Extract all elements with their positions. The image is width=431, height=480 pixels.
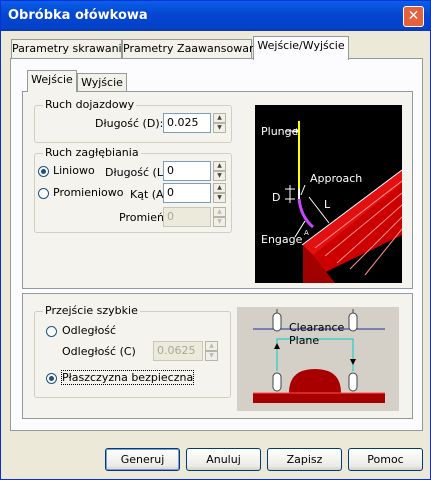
odleglosc-radio[interactable] [46, 326, 57, 337]
a-label: A [304, 229, 309, 237]
generuj-button[interactable]: Generuj [105, 448, 180, 471]
clearance-diagram: Clearance Plane [237, 307, 399, 411]
part-base [253, 393, 385, 403]
dojazd-dlugosc-spinner[interactable]: ▲ ▼ [213, 113, 226, 133]
promien-spinner[interactable]: ▲ ▼ [213, 207, 226, 227]
dojazd-dlugosc-label: Długość (D): [95, 117, 164, 130]
spin-up-icon[interactable]: ▲ [213, 207, 226, 217]
approach-diagram: Plunge Approach D L A Engage [255, 105, 402, 283]
anuluj-button[interactable]: Anuluj [186, 448, 261, 471]
promieniowo-label[interactable]: Promieniowo [53, 186, 123, 199]
l-label: L [324, 198, 331, 211]
plaszczyzna-radio[interactable] [46, 373, 57, 384]
spin-up-icon[interactable]: ▲ [205, 341, 218, 351]
ruch-zaglebiania-legend: Ruch zagłębiania [43, 146, 141, 159]
pomoc-button[interactable]: Pomoc [348, 448, 423, 471]
zaglebianie-dlugosc-input[interactable]: 0 [163, 161, 211, 181]
spin-up-icon[interactable]: ▲ [213, 161, 226, 171]
ruch-dojazdowy-legend: Ruch dojazdowy [43, 98, 137, 111]
promien-input[interactable]: 0 [163, 207, 211, 227]
tool-bottom-right-icon [348, 372, 358, 392]
promieniowo-radio[interactable] [38, 188, 49, 199]
plunge-label: Plunge [261, 125, 299, 138]
spin-down-icon[interactable]: ▼ [213, 123, 226, 133]
spin-up-icon[interactable]: ▲ [213, 113, 226, 123]
close-button[interactable]: ✕ [403, 6, 424, 27]
dojazd-dlugosc-input[interactable]: 0.025 [163, 113, 211, 133]
liniowo-label[interactable]: Liniowo [53, 164, 95, 177]
zaglebianie-dlugosc-label: Długość (L) [105, 166, 168, 179]
title-bar[interactable]: Obróbka ołówkowa ✕ [1, 1, 430, 31]
tab-wejscie-wyjscie[interactable]: Wejście/Wyjście [253, 36, 349, 60]
spin-down-icon[interactable]: ▼ [205, 351, 218, 361]
kat-input[interactable]: 0 [163, 183, 211, 203]
odleglosc-radio-label[interactable]: Odległość [62, 324, 116, 337]
odleglosc-c-spinner[interactable]: ▲ ▼ [205, 341, 218, 361]
spin-down-icon[interactable]: ▼ [213, 171, 226, 181]
odleglosc-c-label: Odległość (C) [62, 345, 136, 358]
przejscie-szybkie-legend: Przejście szybkie [43, 304, 140, 317]
plane-label: Plane [289, 334, 319, 347]
spin-up-icon[interactable]: ▲ [213, 183, 226, 193]
window-title: Obróbka ołówkowa [8, 8, 148, 23]
tab-parametry-skrawania[interactable]: Parametry skrawania [11, 39, 128, 59]
liniowo-radio[interactable] [38, 166, 49, 177]
plaszczyzna-radio-label[interactable]: Płaszczyzna bezpieczna [60, 370, 195, 385]
dialog-window: Obróbka ołówkowa ✕ Parametry skrawania P… [0, 0, 431, 480]
approach-label: Approach [310, 172, 362, 185]
odleglosc-c-input[interactable]: 0.0625 [153, 341, 203, 361]
subtab-wyjscie[interactable]: Wyjście [77, 73, 127, 92]
zapisz-button[interactable]: Zapisz [267, 448, 342, 471]
zaglebianie-dlugosc-spinner[interactable]: ▲ ▼ [213, 161, 226, 181]
tab-parametry-zaawansowane[interactable]: Prametry Zaawansowane [122, 39, 263, 59]
d-label: D [272, 191, 280, 204]
kat-spinner[interactable]: ▲ ▼ [213, 183, 226, 203]
spin-down-icon[interactable]: ▼ [213, 193, 226, 203]
subtab-wejscie[interactable]: Wejście [27, 70, 77, 92]
spin-down-icon[interactable]: ▼ [213, 217, 226, 227]
clearance-label: Clearance [289, 321, 345, 334]
tool-bottom-left-icon [272, 372, 282, 392]
